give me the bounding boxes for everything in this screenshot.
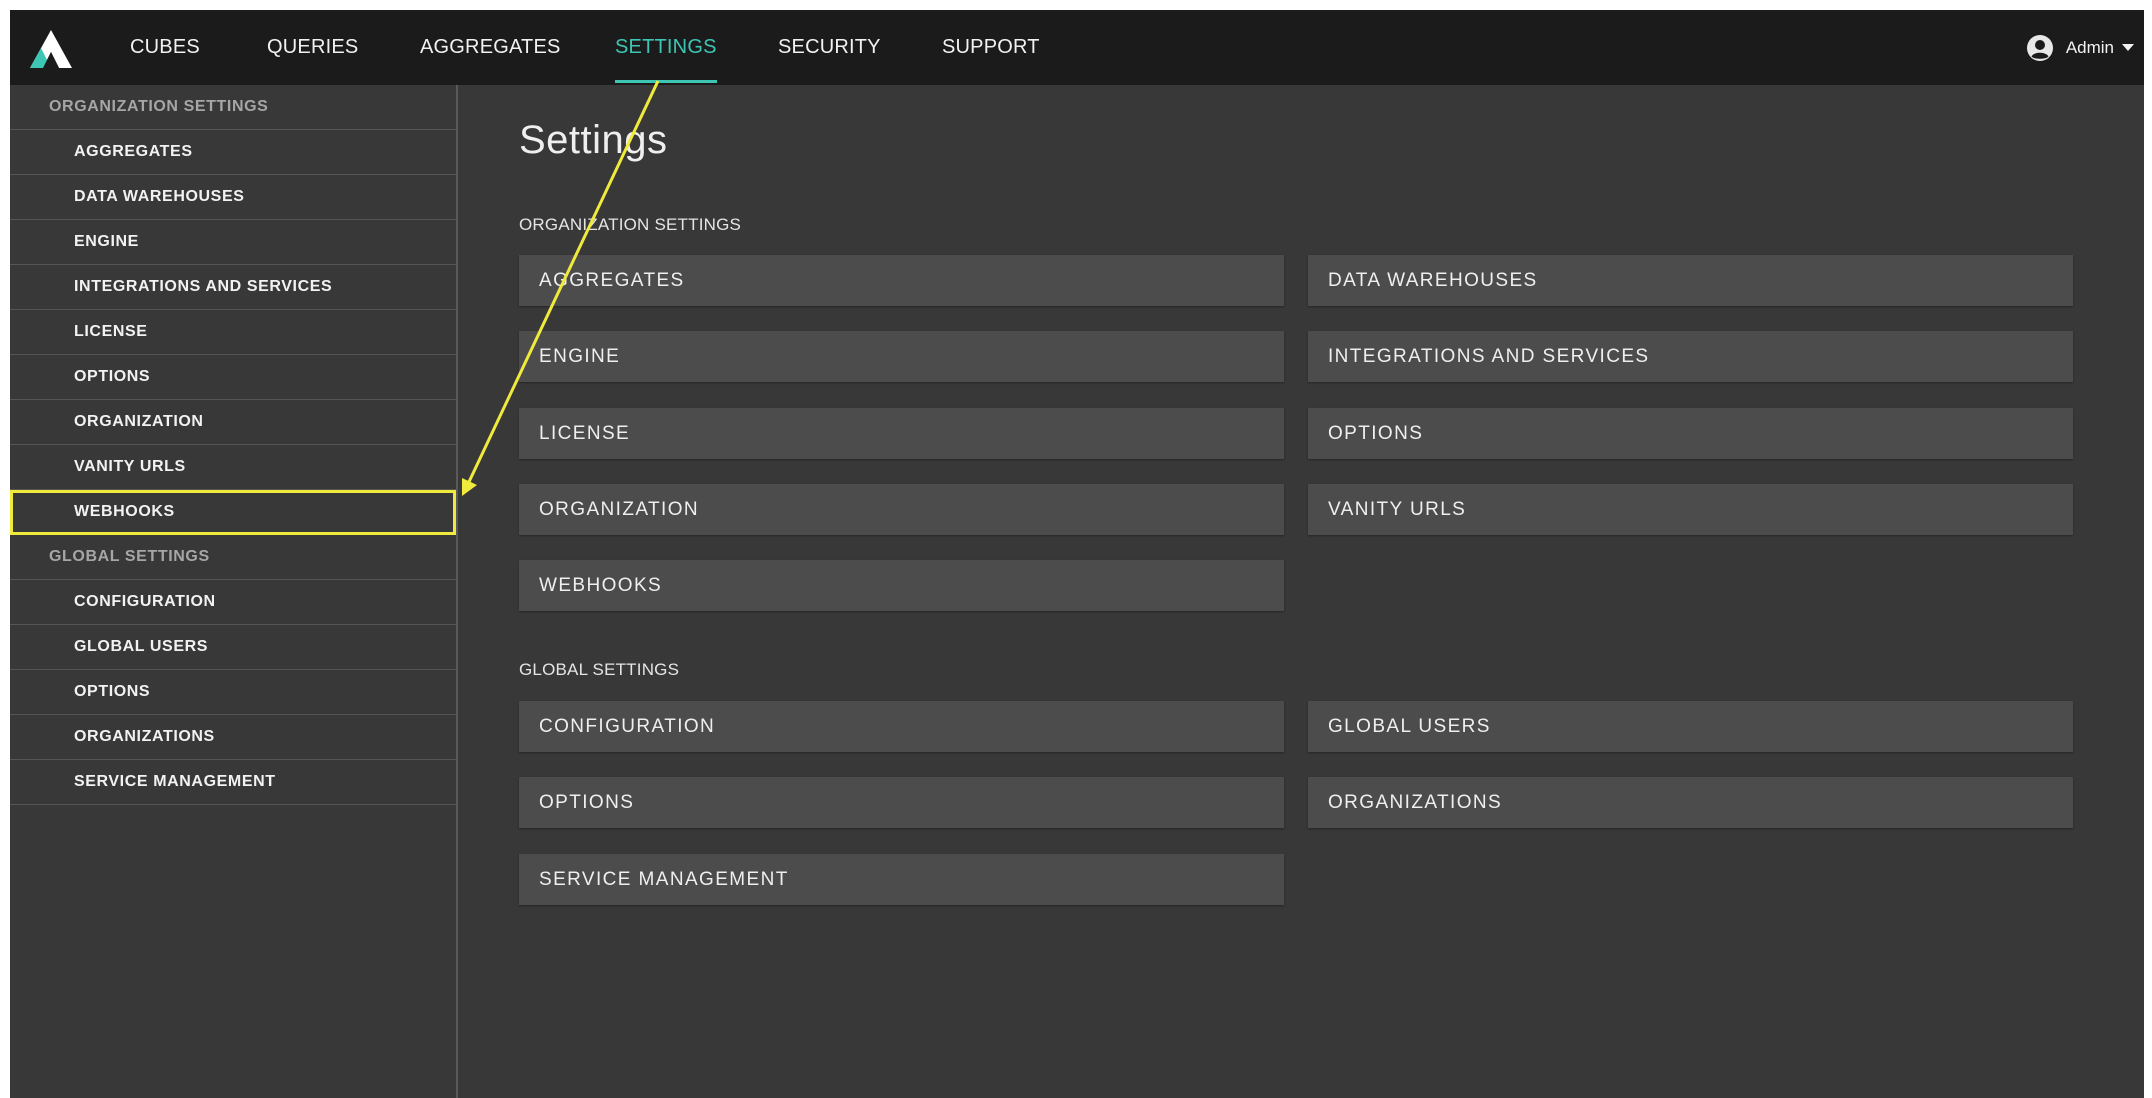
app-window: CUBES QUERIES AGGREGATES SETTINGS SECURI… bbox=[10, 10, 2144, 1098]
sidebar-item-service-management[interactable]: SERVICE MANAGEMENT bbox=[10, 760, 456, 805]
nav-aggregates[interactable]: AGGREGATES bbox=[420, 10, 561, 85]
nav-settings-label: SETTINGS bbox=[615, 36, 717, 58]
section-label-global-settings: GLOBAL SETTINGS bbox=[519, 660, 680, 679]
card-webhooks[interactable]: WEBHOOKS bbox=[519, 560, 1284, 611]
settings-main-panel: Settings ORGANIZATION SETTINGS AGGREGATE… bbox=[458, 85, 2144, 1098]
sidebar-item-configuration[interactable]: CONFIGURATION bbox=[10, 580, 456, 625]
nav-settings[interactable]: SETTINGS bbox=[615, 10, 717, 85]
sidebar-header-organization-settings: ORGANIZATION SETTINGS bbox=[10, 85, 456, 130]
top-navigation-bar: CUBES QUERIES AGGREGATES SETTINGS SECURI… bbox=[10, 10, 2144, 85]
sidebar-item-vanity-urls[interactable]: VANITY URLS bbox=[10, 445, 456, 490]
sidebar-item-global-options[interactable]: OPTIONS bbox=[10, 670, 456, 715]
card-service-management[interactable]: SERVICE MANAGEMENT bbox=[519, 854, 1284, 905]
card-license[interactable]: LICENSE bbox=[519, 408, 1284, 459]
card-aggregates[interactable]: AGGREGATES bbox=[519, 255, 1284, 306]
nav-cubes[interactable]: CUBES bbox=[130, 10, 200, 85]
sidebar-item-integrations-and-services[interactable]: INTEGRATIONS AND SERVICES bbox=[10, 265, 456, 310]
nav-support[interactable]: SUPPORT bbox=[942, 10, 1040, 85]
sidebar-item-license[interactable]: LICENSE bbox=[10, 310, 456, 355]
card-organizations[interactable]: ORGANIZATIONS bbox=[1308, 777, 2073, 828]
settings-sidebar: ORGANIZATION SETTINGS AGGREGATES DATA WA… bbox=[10, 85, 458, 1098]
card-vanity-urls[interactable]: VANITY URLS bbox=[1308, 484, 2073, 535]
page-title: Settings bbox=[519, 118, 668, 162]
sidebar-item-data-warehouses[interactable]: DATA WAREHOUSES bbox=[10, 175, 456, 220]
sidebar-item-organization[interactable]: ORGANIZATION bbox=[10, 400, 456, 445]
sidebar-item-organizations[interactable]: ORGANIZATIONS bbox=[10, 715, 456, 760]
nav-security[interactable]: SECURITY bbox=[778, 10, 881, 85]
sidebar-item-engine[interactable]: ENGINE bbox=[10, 220, 456, 265]
card-integrations-and-services[interactable]: INTEGRATIONS AND SERVICES bbox=[1308, 331, 2073, 382]
active-tab-indicator bbox=[615, 80, 717, 83]
card-engine[interactable]: ENGINE bbox=[519, 331, 1284, 382]
user-name: Admin bbox=[2065, 37, 2114, 57]
card-organization[interactable]: ORGANIZATION bbox=[519, 484, 1284, 535]
card-configuration[interactable]: CONFIGURATION bbox=[519, 701, 1284, 752]
sidebar-header-global-settings: GLOBAL SETTINGS bbox=[10, 535, 456, 580]
section-label-organization-settings: ORGANIZATION SETTINGS bbox=[519, 215, 742, 234]
sidebar-item-webhooks[interactable]: WEBHOOKS bbox=[10, 490, 456, 535]
caret-down-icon bbox=[2122, 44, 2134, 51]
nav-queries[interactable]: QUERIES bbox=[267, 10, 358, 85]
card-data-warehouses[interactable]: DATA WAREHOUSES bbox=[1308, 255, 2073, 306]
logo-icon[interactable] bbox=[28, 28, 74, 70]
sidebar-item-options[interactable]: OPTIONS bbox=[10, 355, 456, 400]
user-menu[interactable]: Admin bbox=[2026, 10, 2134, 85]
card-global-users[interactable]: GLOBAL USERS bbox=[1308, 701, 2073, 752]
card-global-options[interactable]: OPTIONS bbox=[519, 777, 1284, 828]
user-circle-icon bbox=[2026, 34, 2053, 61]
sidebar-item-global-users[interactable]: GLOBAL USERS bbox=[10, 625, 456, 670]
card-options[interactable]: OPTIONS bbox=[1308, 408, 2073, 459]
sidebar-item-aggregates[interactable]: AGGREGATES bbox=[10, 130, 456, 175]
